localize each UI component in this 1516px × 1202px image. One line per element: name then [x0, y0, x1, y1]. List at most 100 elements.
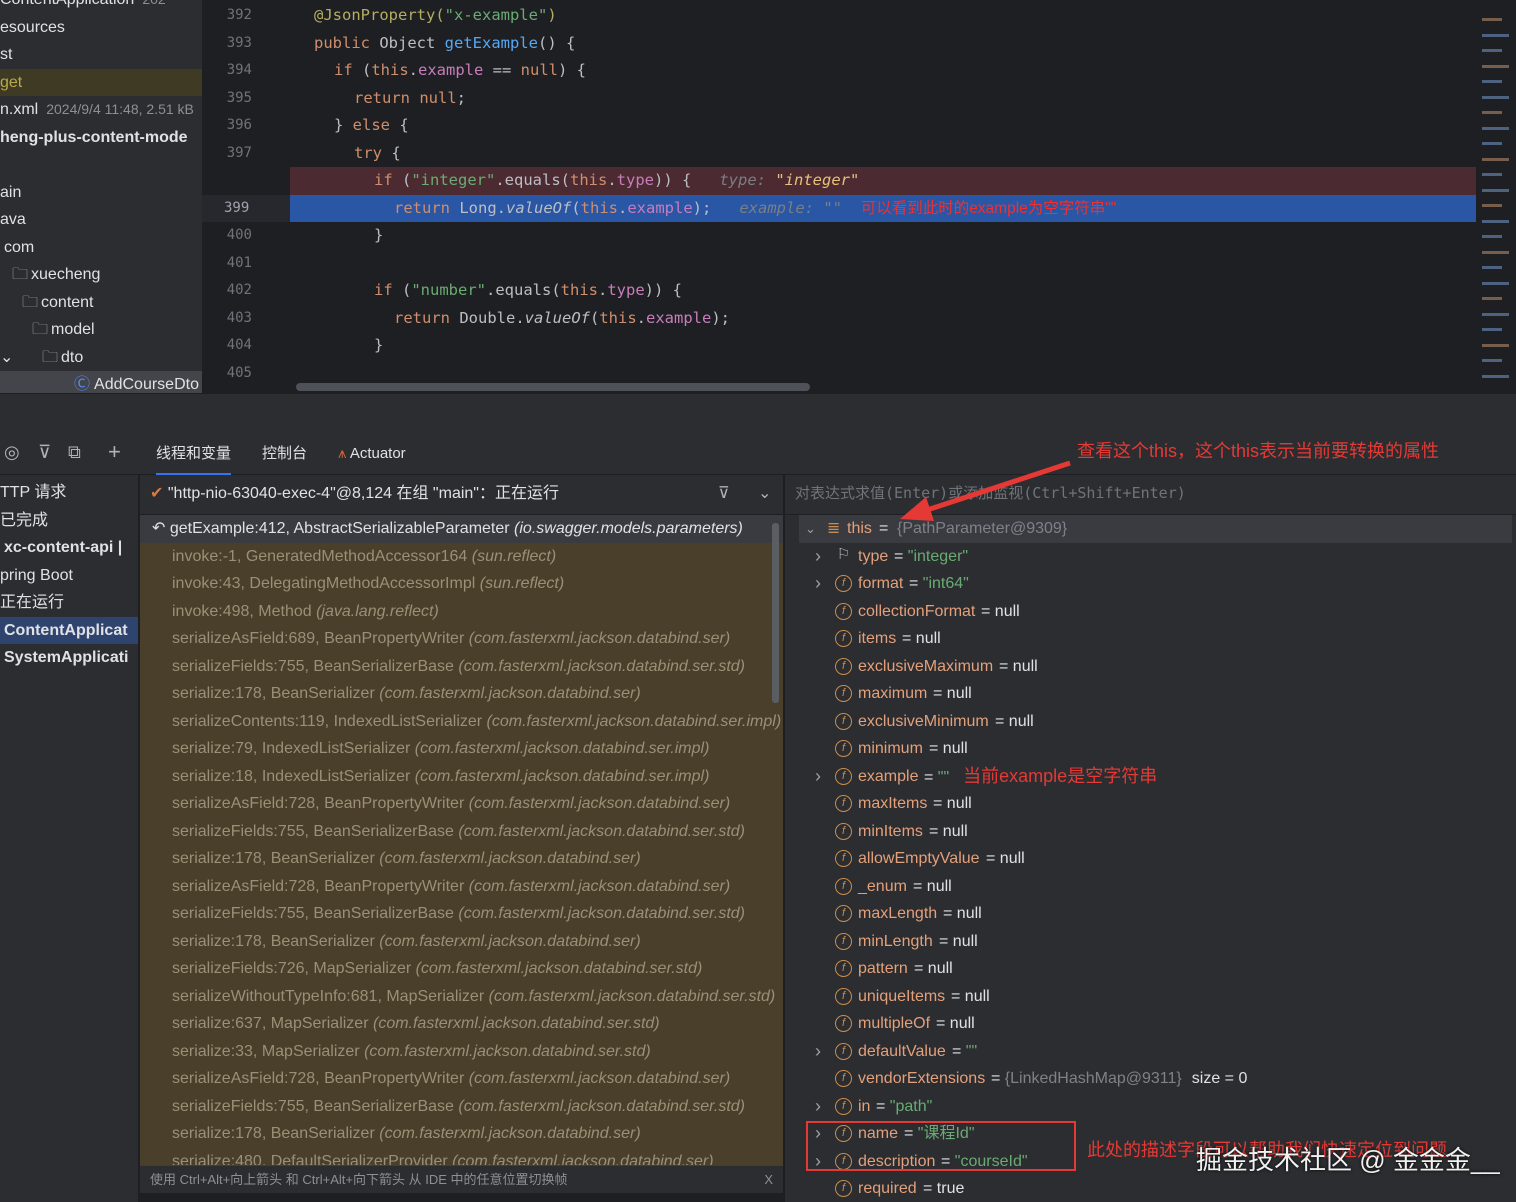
tree-item[interactable]: 🗀 model — [0, 316, 95, 343]
tree-item[interactable]: 🗀 xuecheng — [0, 261, 100, 288]
chevron-right-icon[interactable]: › — [815, 570, 821, 598]
chevron-right-icon[interactable]: › — [815, 1093, 821, 1121]
stack-frame[interactable]: serializeWithoutTypeInfo:681, MapSeriali… — [140, 982, 783, 1010]
variable-row[interactable]: f exclusiveMaximum = null — [785, 653, 1516, 681]
session-item[interactable]: 正在运行 — [0, 589, 138, 616]
frames-scrollbar[interactable] — [772, 523, 779, 703]
tree-item[interactable]: esources — [0, 14, 65, 41]
session-item[interactable]: SystemApplicati — [0, 644, 138, 671]
new-window-icon[interactable]: ⧉ — [68, 442, 81, 463]
tree-item[interactable]: st — [0, 41, 12, 68]
line-number: 397 — [226, 144, 252, 161]
chevron-down-icon[interactable]: ⌄ — [758, 475, 771, 513]
tree-item[interactable]: ain — [0, 179, 21, 206]
variable-tree[interactable]: ⌄ ≣ this = {PathParameter@9309} › ⚐ type = "inte… — [785, 515, 1516, 1202]
variable-row[interactable]: f vendorExtensions = {LinkedHashMap@9311} s… — [785, 1065, 1516, 1093]
stack-frame[interactable]: serialize:178, BeanSerializer (com.faste… — [140, 927, 783, 955]
stack-frame[interactable]: ↶ getExample:412, AbstractSerializablePa… — [140, 515, 783, 543]
tab-actuator[interactable]: ⩚ Actuator — [338, 433, 406, 475]
stack-frame[interactable]: serializeFields:726, MapSerializer (com.… — [140, 955, 783, 983]
stack-frame[interactable]: serialize:79, IndexedListSerializer (com… — [140, 735, 783, 763]
chevron-right-icon[interactable]: › — [815, 543, 821, 571]
variable-row[interactable]: f allowEmptyValue = null — [785, 845, 1516, 873]
tree-item[interactable]: ⒸAddCourseDto202 — [0, 371, 202, 393]
tab-threads-variables[interactable]: 线程和变量 — [156, 433, 232, 475]
stack-frame[interactable]: invoke:43, DelegatingMethodAccessorImpl … — [140, 570, 783, 598]
session-item[interactable]: pring Boot — [0, 562, 138, 589]
stack-frame[interactable]: serialize:637, MapSerializer (com.faster… — [140, 1010, 783, 1038]
code-token: ( — [571, 198, 581, 217]
stack-frame[interactable]: serializeContents:119, IndexedListSerial… — [140, 707, 783, 735]
var-eq: = — [995, 712, 1009, 730]
horizontal-scrollbar[interactable] — [296, 383, 810, 391]
stack-frame[interactable]: serialize:480, DefaultSerializerProvider… — [140, 1147, 783, 1165]
stack-frame[interactable]: invoke:-1, GeneratedMethodAccessor164 (s… — [140, 542, 783, 570]
tree-item[interactable]: get — [0, 68, 202, 96]
variable-row[interactable]: f minimum = null — [785, 735, 1516, 763]
filter-icon[interactable]: ⊽ — [718, 475, 730, 513]
stack-frame[interactable]: serializeAsField:728, BeanPropertyWriter… — [140, 872, 783, 900]
stack-frame[interactable]: serializeAsField:728, BeanPropertyWriter… — [140, 1065, 783, 1093]
minimap-mark — [1482, 204, 1502, 207]
variable-row[interactable]: f pattern = null — [785, 955, 1516, 983]
session-item[interactable]: ContentApplicat — [0, 616, 138, 644]
frame-list[interactable]: ↶ getExample:412, AbstractSerializablePa… — [140, 515, 783, 1165]
tree-item[interactable]: ContentApplication 202 — [0, 0, 166, 13]
variable-row[interactable]: › ⚐ type = "integer" — [785, 543, 1516, 571]
stack-frame[interactable]: serialize:178, BeanSerializer (com.faste… — [140, 845, 783, 873]
variable-row[interactable]: f minLength = null — [785, 928, 1516, 956]
code-editor[interactable]: @JsonProperty("x-example") public Object … — [290, 0, 1476, 393]
stack-frame[interactable]: serialize:178, BeanSerializer (com.faste… — [140, 1120, 783, 1148]
stack-frame[interactable]: serializeFields:755, BeanSerializerBase … — [140, 652, 783, 680]
variable-row[interactable]: › f format = "int64" — [785, 570, 1516, 598]
eye-icon[interactable]: ◎ — [4, 442, 20, 463]
filter-icon[interactable]: ⊽ — [38, 442, 51, 463]
close-hint-button[interactable]: X — [764, 1166, 773, 1194]
variable-row[interactable]: f multipleOf = null — [785, 1010, 1516, 1038]
variable-row[interactable]: f required = true — [785, 1175, 1516, 1202]
var-eq: = — [913, 877, 927, 895]
tree-item[interactable]: n.xml 2024/9/4 11:48, 2.51 kB — [0, 96, 194, 123]
variable-row[interactable]: f items = null — [785, 625, 1516, 653]
session-item[interactable]: 已完成 — [0, 507, 138, 534]
variable-row[interactable]: f uniqueItems = null — [785, 983, 1516, 1011]
stack-frame[interactable]: serializeAsField:728, BeanPropertyWriter… — [140, 790, 783, 818]
variable-row[interactable]: › f defaultValue = "" — [785, 1038, 1516, 1066]
stack-frame[interactable]: serializeFields:755, BeanSerializerBase … — [140, 1092, 783, 1120]
variable-row[interactable]: › f example = "" 当前example是空字符串 — [785, 763, 1516, 791]
stack-frame[interactable]: serializeFields:755, BeanSerializerBase … — [140, 900, 783, 928]
tree-item[interactable]: heng-plus-content-mode — [0, 124, 188, 151]
minimap-mark — [1482, 49, 1502, 52]
stack-frame[interactable]: serialize:33, MapSerializer (com.fasterx… — [140, 1037, 783, 1065]
variable-row[interactable]: f exclusiveMinimum = null — [785, 708, 1516, 736]
variable-row[interactable]: f collectionFormat = null — [785, 598, 1516, 626]
variable-row[interactable]: › f in = "path" — [785, 1093, 1516, 1121]
error-stripe-minimap[interactable] — [1476, 0, 1516, 393]
session-item[interactable]: TTP 请求 — [0, 479, 138, 506]
tree-item[interactable]: ava — [0, 206, 26, 233]
variable-row[interactable]: f maximum = null — [785, 680, 1516, 708]
code-token: getExample — [444, 33, 538, 52]
tab-console[interactable]: 控制台 — [262, 433, 307, 475]
variable-row[interactable]: f maxItems = null — [785, 790, 1516, 818]
stack-frame[interactable]: serialize:18, IndexedListSerializer (com… — [140, 762, 783, 790]
stack-frame[interactable]: serialize:178, BeanSerializer (com.faste… — [140, 680, 783, 708]
stack-frame[interactable]: invoke:498, Method (java.lang.reflect) — [140, 597, 783, 625]
tree-item[interactable]: 🗀 content — [0, 289, 94, 316]
tree-item[interactable]: ⌄ 🗀 dto — [0, 344, 83, 371]
stack-frame[interactable]: serializeAsField:689, BeanPropertyWriter… — [140, 625, 783, 653]
variable-row[interactable]: f maxLength = null — [785, 900, 1516, 928]
code-line: } — [290, 332, 1476, 360]
variable-row[interactable]: f minItems = null — [785, 818, 1516, 846]
add-icon[interactable]: + — [108, 439, 121, 465]
chevron-right-icon[interactable]: › — [815, 763, 821, 791]
stack-frame[interactable]: serializeFields:755, BeanSerializerBase … — [140, 817, 783, 845]
chevron-down-icon[interactable]: ⌄ — [805, 515, 816, 543]
session-item[interactable]: xc-content-api | — [0, 534, 138, 561]
chevron-right-icon[interactable]: › — [815, 1038, 821, 1066]
tree-item[interactable]: com — [0, 234, 34, 261]
variable-row[interactable]: f _enum = null — [785, 873, 1516, 901]
thread-selector[interactable]: ✔ "http-nio-63040-exec-4"@8,124 在组 "main… — [140, 475, 783, 515]
code-token: { — [399, 116, 409, 134]
chevron-down-icon[interactable]: ⌄ — [0, 344, 13, 371]
